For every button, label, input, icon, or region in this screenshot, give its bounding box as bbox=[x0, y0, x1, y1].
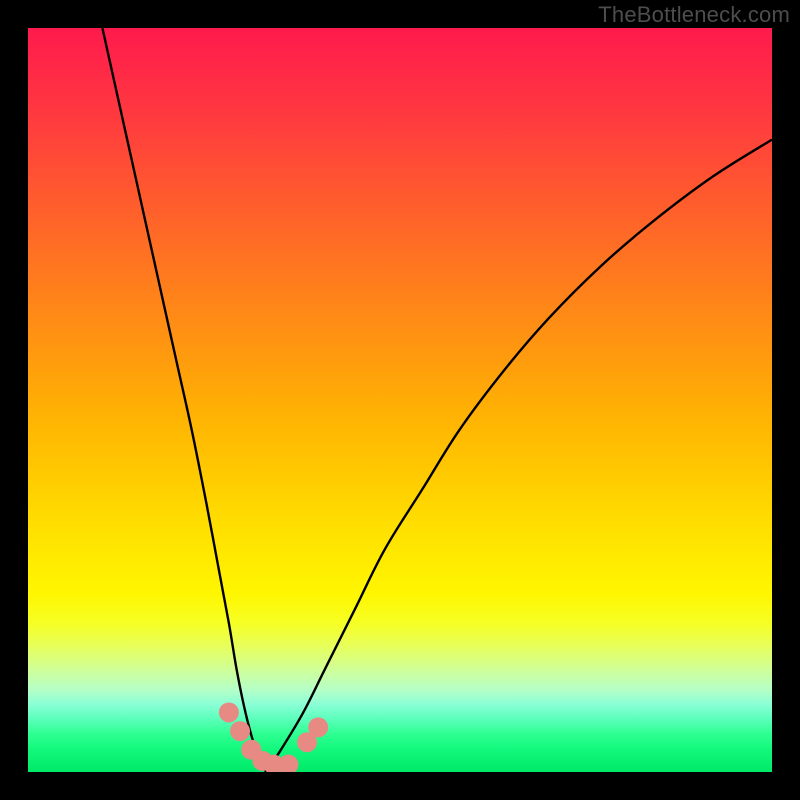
data-marker bbox=[219, 702, 239, 722]
data-marker bbox=[230, 721, 250, 741]
chart-plot-area bbox=[28, 28, 772, 772]
data-marker bbox=[308, 717, 328, 737]
data-marker bbox=[278, 755, 298, 772]
watermark-text: TheBottleneck.com bbox=[598, 2, 790, 28]
chart-frame: TheBottleneck.com bbox=[0, 0, 800, 800]
marker-layer bbox=[28, 28, 772, 772]
